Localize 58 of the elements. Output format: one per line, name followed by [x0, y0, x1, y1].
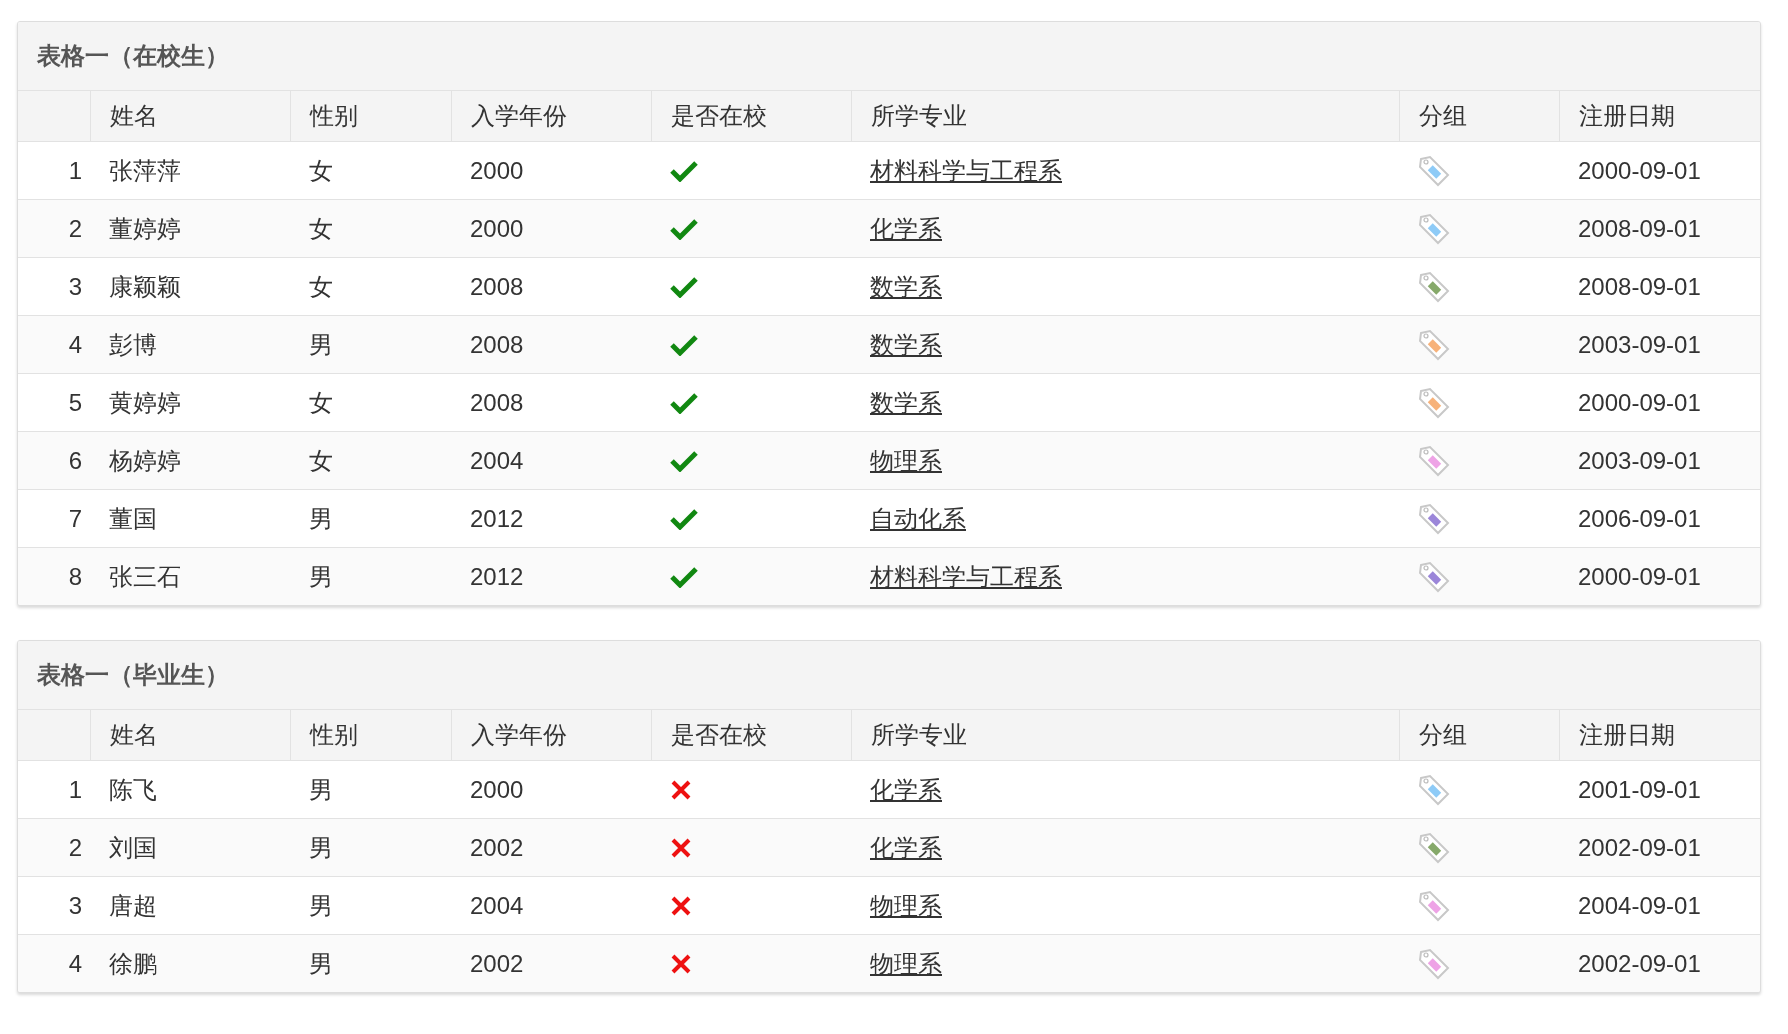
column-header: 性别: [290, 710, 451, 761]
table-cell: 女: [290, 199, 451, 258]
table-cell: 男: [290, 818, 451, 877]
table-cell: 2008: [451, 315, 651, 374]
major-link[interactable]: 自动化系: [870, 504, 966, 532]
column-header: 注册日期: [1559, 91, 1760, 142]
column-header: 入学年份: [451, 710, 651, 761]
row-number: 4: [18, 315, 90, 374]
table-cell: 2004: [451, 431, 651, 490]
column-header: 所学专业: [851, 91, 1399, 142]
column-header: 入学年份: [451, 91, 651, 142]
table-cell: 2003-09-01: [1559, 431, 1760, 490]
table-cell: 男: [290, 315, 451, 374]
column-header: 是否在校: [651, 91, 851, 142]
table-cell: 女: [290, 431, 451, 490]
column-header: 分组: [1399, 91, 1559, 142]
table-cell: 2002-09-01: [1559, 934, 1760, 992]
major-link[interactable]: 材料科学与工程系: [870, 156, 1062, 184]
panel-title: 表格一（毕业生）: [18, 641, 1760, 710]
table-cell: 2002-09-01: [1559, 818, 1760, 877]
table-cell: 2002: [451, 818, 651, 877]
major-link[interactable]: 物理系: [870, 949, 942, 977]
table-cell: 2000: [451, 199, 651, 258]
table-cell: 男: [290, 547, 451, 605]
table-cell: 徐鹏: [90, 934, 290, 992]
table-cell: 2012: [451, 547, 651, 605]
column-header: 分组: [1399, 710, 1559, 761]
table-cell: 2003-09-01: [1559, 315, 1760, 374]
row-number: 4: [18, 934, 90, 992]
major-link[interactable]: 物理系: [870, 891, 942, 919]
major-link[interactable]: 数学系: [870, 272, 942, 300]
column-header: 性别: [290, 91, 451, 142]
major-link[interactable]: 数学系: [870, 388, 942, 416]
major-link[interactable]: 化学系: [870, 833, 942, 861]
major-link[interactable]: 化学系: [870, 214, 942, 242]
column-header: 注册日期: [1559, 710, 1760, 761]
major-link[interactable]: 材料科学与工程系: [870, 562, 1062, 590]
column-header: 是否在校: [651, 710, 851, 761]
table-cell: 杨婷婷: [90, 431, 290, 490]
table-cell: 彭博: [90, 315, 290, 374]
row-number: 2: [18, 818, 90, 877]
table-cell: 张三石: [90, 547, 290, 605]
table-cell: 2008-09-01: [1559, 199, 1760, 258]
panel-title: 表格一（在校生）: [18, 22, 1760, 91]
column-header: 姓名: [90, 710, 290, 761]
table-cell: 男: [290, 934, 451, 992]
table-cell: 刘国: [90, 818, 290, 877]
row-number: 2: [18, 199, 90, 258]
major-link[interactable]: 数学系: [870, 330, 942, 358]
row-number: 8: [18, 547, 90, 605]
table-cell: 2000-09-01: [1559, 547, 1760, 605]
major-link[interactable]: 物理系: [870, 446, 942, 474]
major-link[interactable]: 化学系: [870, 775, 942, 803]
column-header: 所学专业: [851, 710, 1399, 761]
row-number: 6: [18, 431, 90, 490]
table-cell: 董婷婷: [90, 199, 290, 258]
column-header: 姓名: [90, 91, 290, 142]
table-cell: 2002: [451, 934, 651, 992]
